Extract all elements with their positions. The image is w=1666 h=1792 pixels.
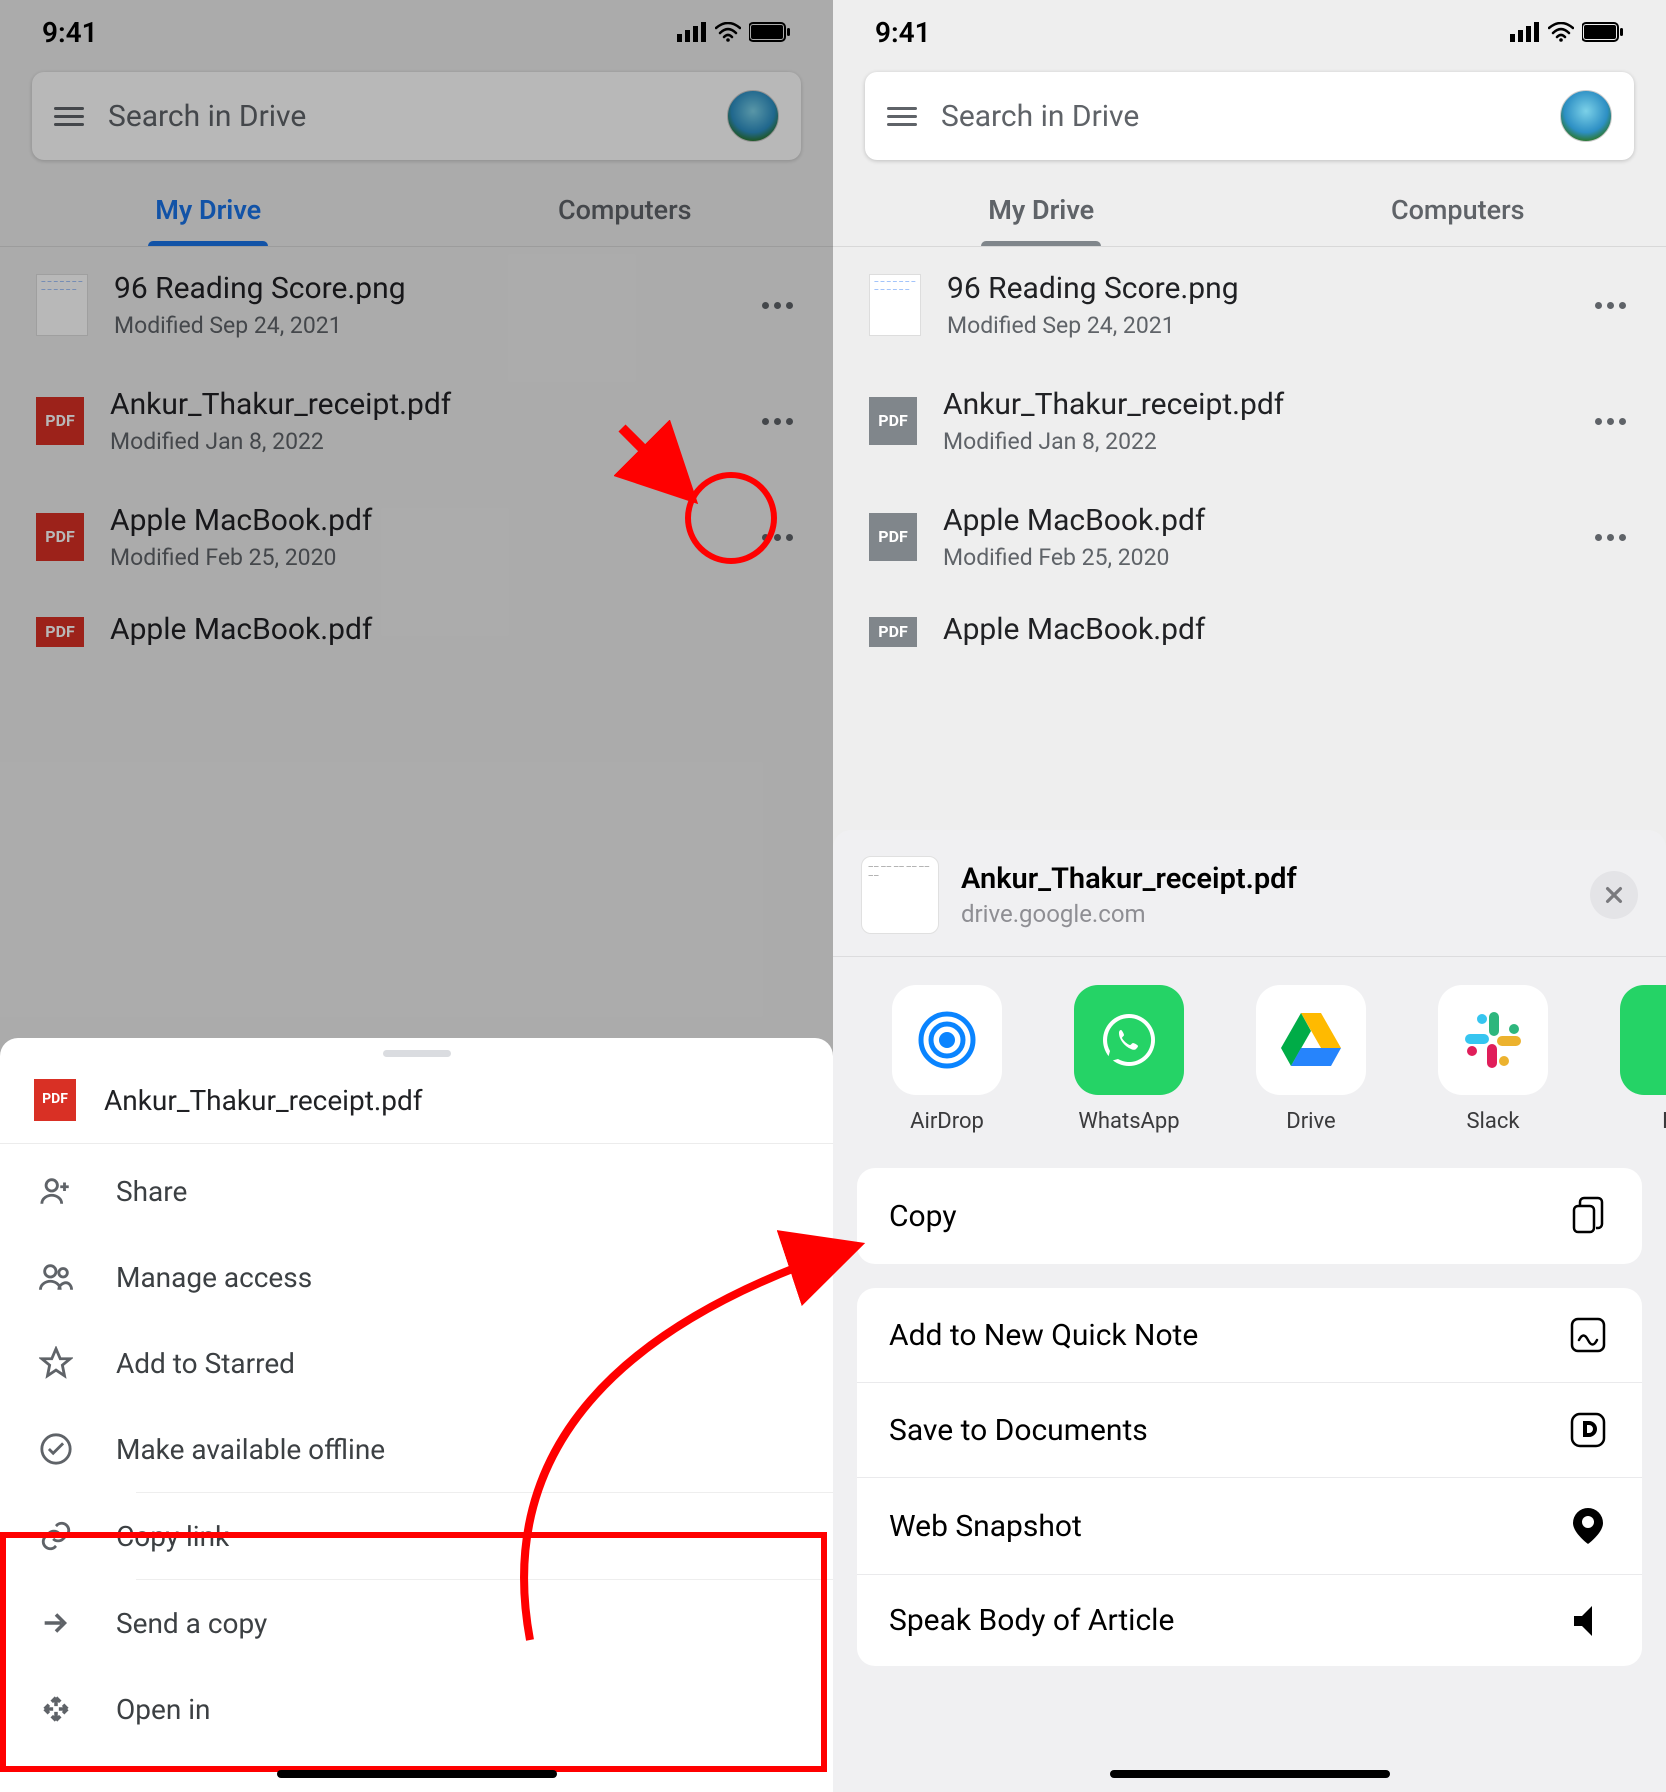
more-icon[interactable] [1585, 524, 1636, 551]
search-bar[interactable]: Search in Drive [32, 72, 801, 160]
file-list: — — — — — — — — — — — — — 96 Reading Sco… [833, 247, 1666, 647]
file-list: — — — — — — — — — — — — — 96 Reading Sco… [0, 247, 833, 647]
file-row[interactable]: — — — — — — — — — — — — — 96 Reading Sco… [833, 247, 1666, 363]
file-name: Ankur_Thakur_receipt.pdf [943, 387, 1559, 422]
file-modified: Modified Feb 25, 2020 [943, 544, 1559, 571]
share-apps-row[interactable]: AirDrop WhatsApp Drive Slack [833, 957, 1666, 1144]
web-snapshot-icon [1566, 1506, 1610, 1546]
pdf-icon: PDF [869, 513, 917, 561]
status-icons [677, 22, 791, 42]
share-preview: —— —— —— —— —— —— [861, 856, 939, 934]
app-airdrop[interactable]: AirDrop [883, 985, 1011, 1134]
file-name: Ankur_Thakur_receipt.pdf [110, 387, 726, 422]
offline-icon [36, 1432, 76, 1466]
copy-icon [1566, 1196, 1610, 1236]
annotation-circle [685, 472, 777, 564]
whatsapp-icon [1074, 985, 1184, 1095]
action-group-copy: Copy [857, 1168, 1642, 1264]
status-bar: 9:41 [0, 0, 833, 64]
slack-icon [1438, 985, 1548, 1095]
phone-left: 9:41 Search in Drive My Drive Computers … [0, 0, 833, 1792]
menu-manage-access[interactable]: Manage access [0, 1234, 833, 1320]
status-bar: 9:41 [833, 0, 1666, 64]
menu-icon[interactable] [54, 107, 84, 126]
file-row-partial: PDF Apple MacBook.pdf [0, 595, 833, 647]
file-row[interactable]: PDF Ankur_Thakur_receipt.pdf Modified Ja… [0, 363, 833, 479]
action-quick-note[interactable]: Add to New Quick Note [857, 1288, 1642, 1383]
avatar[interactable] [1560, 90, 1612, 142]
sheet-grabber[interactable] [383, 1050, 451, 1057]
tab-computers[interactable]: Computers [417, 180, 834, 246]
documents-icon [1566, 1411, 1610, 1449]
share-file-name: Ankur_Thakur_receipt.pdf [961, 862, 1568, 896]
menu-share[interactable]: Share [0, 1148, 833, 1234]
pdf-icon: PDF [869, 617, 917, 647]
file-name: 96 Reading Score.png [947, 271, 1559, 306]
search-placeholder: Search in Drive [941, 99, 1536, 134]
pdf-icon: PDF [36, 617, 84, 647]
pdf-icon: PDF [36, 513, 84, 561]
people-icon [36, 1260, 76, 1294]
sheet-header: PDF Ankur_Thakur_receipt.pdf [0, 1065, 833, 1144]
tab-my-drive[interactable]: My Drive [0, 180, 417, 246]
ios-share-sheet: —— —— —— —— —— —— Ankur_Thakur_receipt.p… [833, 830, 1666, 1792]
airdrop-icon [892, 985, 1002, 1095]
file-row[interactable]: PDF Apple MacBook.pdf Modified Feb 25, 2… [833, 479, 1666, 595]
pdf-icon: PDF [36, 397, 84, 445]
file-row[interactable]: — — — — — — — — — — — — — 96 Reading Sco… [0, 247, 833, 363]
pdf-icon: PDF [34, 1079, 76, 1121]
action-group-list: Add to New Quick Note Save to Documents … [857, 1288, 1642, 1666]
menu-add-starred[interactable]: Add to Starred [0, 1320, 833, 1406]
drive-tabs: My Drive Computers [0, 180, 833, 247]
tab-my-drive[interactable]: My Drive [833, 180, 1250, 246]
pdf-icon: PDF [869, 397, 917, 445]
drive-icon [1256, 985, 1366, 1095]
app-slack[interactable]: Slack [1429, 985, 1557, 1134]
app-whatsapp[interactable]: WhatsApp [1065, 985, 1193, 1134]
file-modified: Modified Feb 25, 2020 [110, 544, 726, 571]
status-icons [1510, 22, 1624, 42]
home-indicator[interactable] [1110, 1770, 1390, 1778]
file-row-partial: PDF Apple MacBook.pdf [833, 595, 1666, 647]
app-drive[interactable]: Drive [1247, 985, 1375, 1134]
status-time: 9:41 [42, 16, 98, 49]
app-partial-icon [1620, 985, 1666, 1095]
avatar[interactable] [727, 90, 779, 142]
quick-note-icon [1566, 1316, 1610, 1354]
action-copy[interactable]: Copy [857, 1168, 1642, 1264]
annotation-red-box [0, 1532, 827, 1772]
more-icon[interactable] [752, 408, 803, 435]
close-button[interactable] [1590, 871, 1638, 919]
sheet-file-name: Ankur_Thakur_receipt.pdf [104, 1084, 423, 1117]
file-thumb-image: — — — — — — — — — — — — — [869, 274, 921, 336]
file-modified: Modified Sep 24, 2021 [947, 312, 1559, 339]
tab-computers[interactable]: Computers [1250, 180, 1666, 246]
file-modified: Modified Jan 8, 2022 [943, 428, 1559, 455]
person-add-icon [36, 1174, 76, 1208]
search-bar[interactable]: Search in Drive [865, 72, 1634, 160]
drive-tabs: My Drive Computers [833, 180, 1666, 247]
file-thumb-image: — — — — — — — — — — — — — [36, 274, 88, 336]
action-save-documents[interactable]: Save to Documents [857, 1383, 1642, 1478]
status-time: 9:41 [875, 16, 931, 49]
file-name: 96 Reading Score.png [114, 271, 726, 306]
share-subtitle: drive.google.com [961, 900, 1568, 928]
file-modified: Modified Sep 24, 2021 [114, 312, 726, 339]
search-placeholder: Search in Drive [108, 99, 703, 134]
speaker-icon [1566, 1604, 1610, 1638]
star-icon [36, 1346, 76, 1380]
more-icon[interactable] [1585, 408, 1636, 435]
app-partial[interactable]: Bu [1611, 985, 1666, 1134]
file-row[interactable]: PDF Ankur_Thakur_receipt.pdf Modified Ja… [833, 363, 1666, 479]
share-header: —— —— —— —— —— —— Ankur_Thakur_receipt.p… [833, 830, 1666, 956]
file-name: Apple MacBook.pdf [943, 503, 1559, 538]
more-icon[interactable] [752, 292, 803, 319]
menu-available-offline[interactable]: Make available offline [0, 1406, 833, 1492]
more-icon[interactable] [1585, 292, 1636, 319]
phone-right: 9:41 Search in Drive My Drive Computers … [833, 0, 1666, 1792]
home-indicator[interactable] [277, 1770, 557, 1778]
action-web-snapshot[interactable]: Web Snapshot [857, 1478, 1642, 1575]
menu-icon[interactable] [887, 107, 917, 126]
action-speak-article[interactable]: Speak Body of Article [857, 1575, 1642, 1666]
